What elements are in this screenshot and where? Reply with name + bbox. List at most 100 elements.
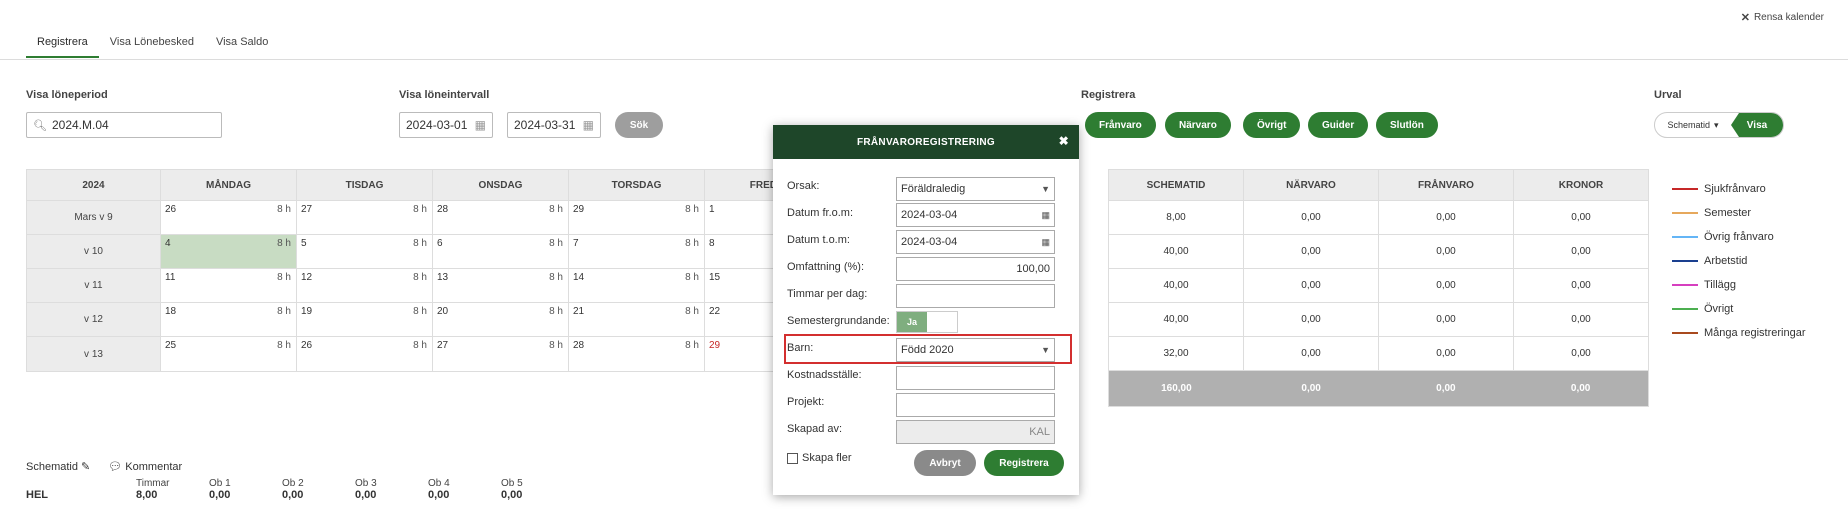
day-number: 15 (709, 272, 721, 283)
calendar-day[interactable]: 22 (705, 303, 777, 336)
date-from-input[interactable]: 2024-03-01 ▦ (399, 112, 493, 138)
summary-row: 32,00 0,00 0,00 0,00 (1109, 337, 1648, 371)
calendar-day[interactable]: 28 8 h (569, 337, 705, 371)
calendar-row: v 11 11 8 h 12 8 h 13 8 h 14 8 h 15 (27, 269, 777, 303)
visa-button[interactable]: Visa (1731, 113, 1783, 137)
summary-cell: 0,00 (1379, 201, 1514, 234)
summary-cell: 40,00 (1109, 303, 1244, 336)
slutlon-button[interactable]: Slutlön (1376, 112, 1438, 138)
clear-calendar-label: Rensa kalender (1753, 12, 1824, 23)
to-date-field[interactable]: 2024-03-04 ▦ (896, 230, 1055, 254)
date-to-value: 2024-03-31 (514, 118, 576, 132)
calendar-day[interactable]: 14 8 h (569, 269, 705, 302)
calendar-day[interactable]: 11 8 h (161, 269, 297, 302)
from-label: Datum fr.o.m: (787, 207, 854, 219)
ob-title: Ob 1 (209, 478, 231, 489)
summary-cell: 0,00 (1571, 314, 1591, 325)
clear-calendar-button[interactable]: ✕ Rensa kalender (1741, 11, 1824, 24)
ob-value: 8,00 (136, 489, 158, 501)
calendar-day[interactable]: 25 8 h (161, 337, 297, 371)
calendar-icon[interactable]: ▦ (1041, 210, 1050, 221)
from-date-field[interactable]: 2024-03-04 ▦ (896, 203, 1055, 227)
cancel-button[interactable]: Avbryt (914, 450, 976, 476)
tab-visa-lonebesked[interactable]: Visa Lönebesked (99, 30, 205, 58)
comment-icon: 💬︎ (108, 461, 123, 473)
day-hours: 8 h (413, 272, 427, 283)
calendar-day[interactable]: 26 8 h (161, 201, 297, 234)
calendar-year: 2024 (27, 170, 161, 200)
total-cell: 160,00 (1161, 383, 1192, 394)
period-input[interactable]: 🔍︎ 2024.M.04 (26, 112, 222, 138)
calendar-day[interactable]: 28 8 h (433, 201, 569, 234)
schematid-link[interactable]: Schematid ✎ (26, 460, 90, 473)
calendar-day[interactable]: 12 8 h (297, 269, 433, 302)
tab-registrera[interactable]: Registrera (26, 30, 99, 58)
calendar-day[interactable]: 27 8 h (433, 337, 569, 371)
calendar-day[interactable]: 20 8 h (433, 303, 569, 336)
guider-button[interactable]: Guider (1308, 112, 1369, 138)
calendar-day[interactable]: 1 (705, 201, 777, 234)
tab-visa-saldo[interactable]: Visa Saldo (205, 30, 279, 58)
calendar-day[interactable]: 27 8 h (297, 201, 433, 234)
calendar-day[interactable]: 5 8 h (297, 235, 433, 268)
legend-label: Semester (1704, 207, 1752, 219)
projekt-label: Projekt: (787, 396, 825, 408)
calendar-day[interactable]: 6 8 h (433, 235, 569, 268)
date-to-input[interactable]: 2024-03-31 ▦ (507, 112, 601, 138)
summary-cell: 0,00 (1244, 269, 1379, 302)
calendar-icon[interactable]: ▦ (1041, 237, 1050, 248)
semester-toggle[interactable]: Ja (896, 311, 958, 333)
calendar-day[interactable]: 29 8 h (569, 201, 705, 234)
close-icon[interactable]: ✖ (1059, 134, 1069, 148)
calendar-day[interactable]: 26 8 h (297, 337, 433, 371)
calendar-day[interactable]: 8 (705, 235, 777, 268)
calendar-day[interactable]: 19 8 h (297, 303, 433, 336)
to-label: Datum t.o.m: (787, 234, 850, 246)
summary-cell: 40,00 (1109, 269, 1244, 302)
kommentar-link[interactable]: 💬︎ Kommentar (108, 460, 182, 473)
urval-select[interactable]: Schematid ▾ (1655, 113, 1731, 137)
timmar-field[interactable] (896, 284, 1055, 308)
kostnad-field[interactable] (896, 366, 1055, 390)
legend-label: Tillägg (1704, 279, 1736, 291)
narvaro-button[interactable]: Närvaro (1165, 112, 1231, 138)
ob-column: Ob 4 0,00 (428, 478, 501, 501)
search-button[interactable]: Sök (615, 112, 663, 138)
franvaro-button[interactable]: Frånvaro (1085, 112, 1156, 138)
calendar-day[interactable]: 7 8 h (569, 235, 705, 268)
toggle-on: Ja (897, 312, 927, 332)
calendar-day[interactable]: 15 (705, 269, 777, 302)
week-label: v 10 (27, 235, 161, 268)
day-number: 4 (165, 238, 171, 249)
calendar-day[interactable]: 4 8 h (161, 235, 297, 268)
summary-cell: 0,00 (1379, 235, 1514, 268)
calendar-day[interactable]: 13 8 h (433, 269, 569, 302)
calendar-icon[interactable]: ▦ (475, 118, 486, 132)
register-label: Registrera (1081, 89, 1136, 101)
calendar-day[interactable]: 29 (705, 337, 777, 371)
orsak-select[interactable]: Föräldraledig ▼ (896, 177, 1055, 201)
summary-row: 40,00 0,00 0,00 0,00 (1109, 235, 1648, 269)
summary-row: 8,00 0,00 0,00 0,00 (1109, 201, 1648, 235)
summary-header: SCHEMATID NÄRVARO FRÅNVARO KRONOR (1109, 170, 1648, 201)
day-number: 8 (709, 238, 715, 249)
calendar-day[interactable]: 18 8 h (161, 303, 297, 336)
summary-header-cell: NÄRVARO (1244, 170, 1379, 200)
calendar-day[interactable]: 21 8 h (569, 303, 705, 336)
day-header: TORSDAG (569, 170, 705, 200)
summary-totals: 160,00 0,00 0,00 0,00 (1109, 371, 1648, 406)
ovrigt-button[interactable]: Övrigt (1243, 112, 1301, 138)
register-submit-button[interactable]: Registrera (984, 450, 1064, 476)
skapa-fler-checkbox[interactable]: Skapa fler (787, 452, 852, 464)
calendar-icon[interactable]: ▦ (583, 118, 594, 132)
calendar-grid: 2024 MÅNDAG TISDAG ONSDAG TORSDAG FRED M… (26, 169, 778, 372)
chevron-down-icon: ▼ (1041, 345, 1050, 355)
day-number: 29 (709, 340, 721, 351)
omfattning-field[interactable]: 100,00 (896, 257, 1055, 281)
ob-column: Ob 3 0,00 (355, 478, 428, 501)
checkbox-box[interactable] (787, 452, 798, 464)
legend-swatch (1672, 260, 1698, 262)
projekt-field[interactable] (896, 393, 1055, 417)
barn-select[interactable]: Född 2020 ▼ (896, 338, 1055, 362)
day-number: 1 (709, 204, 715, 215)
